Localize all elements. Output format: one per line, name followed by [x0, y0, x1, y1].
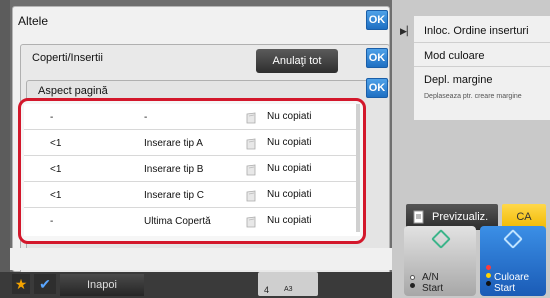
cancel-all-button[interactable]: Anulaţi tot [256, 49, 338, 73]
altele-ok-button[interactable]: OK [366, 10, 388, 30]
color-start-button[interactable]: Culoare Start [480, 226, 546, 296]
coperti-title: Coperti/Insertii [32, 52, 103, 64]
paper-count: 4 [264, 285, 270, 295]
expand-arrow-icon[interactable]: ▶▏ [400, 26, 414, 37]
menu-item-margin-shift[interactable]: Depl. margine [414, 74, 550, 86]
row-copy-mode: Nu copiati [267, 111, 312, 122]
row-position: - [50, 216, 54, 227]
copy-sheet-icon [246, 190, 256, 202]
bw-start-line1: A/N [422, 272, 439, 283]
bw-dot-icon [410, 275, 415, 280]
menu-divider [414, 42, 550, 43]
left-bezel [0, 0, 10, 298]
aspect-title: Aspect pagină [38, 85, 108, 97]
bw-start-button[interactable]: A/N Start [404, 226, 476, 296]
row-type: - [144, 112, 148, 123]
row-copy-mode: Nu copiati [267, 189, 312, 200]
row-position: <1 [50, 190, 62, 201]
color-dot-icon [486, 273, 491, 278]
row-copy-mode: Nu copiati [267, 215, 312, 226]
color-start-line1: Culoare [494, 272, 530, 283]
back-button[interactable]: Inapoi [60, 274, 144, 296]
row-type: Inserare tip C [144, 190, 205, 201]
copy-sheet-icon [246, 138, 256, 150]
star-icon[interactable]: ★ [12, 274, 30, 294]
preview-icon [413, 210, 424, 224]
table-row[interactable]: - - Nu copiati [24, 104, 360, 130]
dialog-bottom-bar [10, 248, 400, 270]
paper-size: A3 [284, 286, 293, 293]
copy-sheet-icon [246, 164, 256, 176]
altele-title: Altele [18, 14, 49, 28]
menu-item-color-mode[interactable]: Mod culoare [414, 50, 550, 62]
table-row[interactable]: <1 Inserare tip A Nu copiati [24, 130, 360, 156]
bw-dot-icon [410, 283, 415, 288]
menu-divider [414, 66, 550, 67]
menu-item-margin-shift-sub: Deplaseaza ptr. creare margine [424, 93, 522, 100]
row-type: Ultima Copertă [144, 216, 211, 227]
color-dot-icon [486, 281, 491, 286]
start-diamond-icon [503, 229, 523, 249]
copy-sheet-icon [246, 216, 256, 228]
row-copy-mode: Nu copiati [267, 137, 312, 148]
row-type: Inserare tip B [144, 164, 204, 175]
row-type: Inserare tip A [144, 138, 203, 149]
row-position: <1 [50, 138, 62, 149]
color-dot-icon [486, 265, 491, 270]
coperti-ok-button[interactable]: OK [366, 48, 388, 68]
row-position: - [50, 112, 54, 123]
copy-sheet-icon [246, 112, 256, 124]
start-diamond-icon [431, 229, 451, 249]
row-position: <1 [50, 164, 62, 175]
bw-start-line2: Start [422, 283, 444, 294]
aspect-ok-button[interactable]: OK [366, 78, 388, 98]
menu-item-insert-order[interactable]: Inloc. Ordine inserturi [414, 25, 550, 37]
table-scrollbar[interactable] [356, 104, 360, 232]
row-copy-mode: Nu copiati [267, 163, 312, 174]
check-icon[interactable]: ✔ [34, 274, 56, 294]
table-row[interactable]: - Ultima Copertă Nu copiati [24, 208, 360, 234]
table-row[interactable]: <1 Inserare tip C Nu copiati [24, 182, 360, 208]
color-start-line2: Start [494, 283, 516, 294]
table-row[interactable]: <1 Inserare tip B Nu copiati [24, 156, 360, 182]
preview-label: Previzualiz. [432, 211, 489, 223]
